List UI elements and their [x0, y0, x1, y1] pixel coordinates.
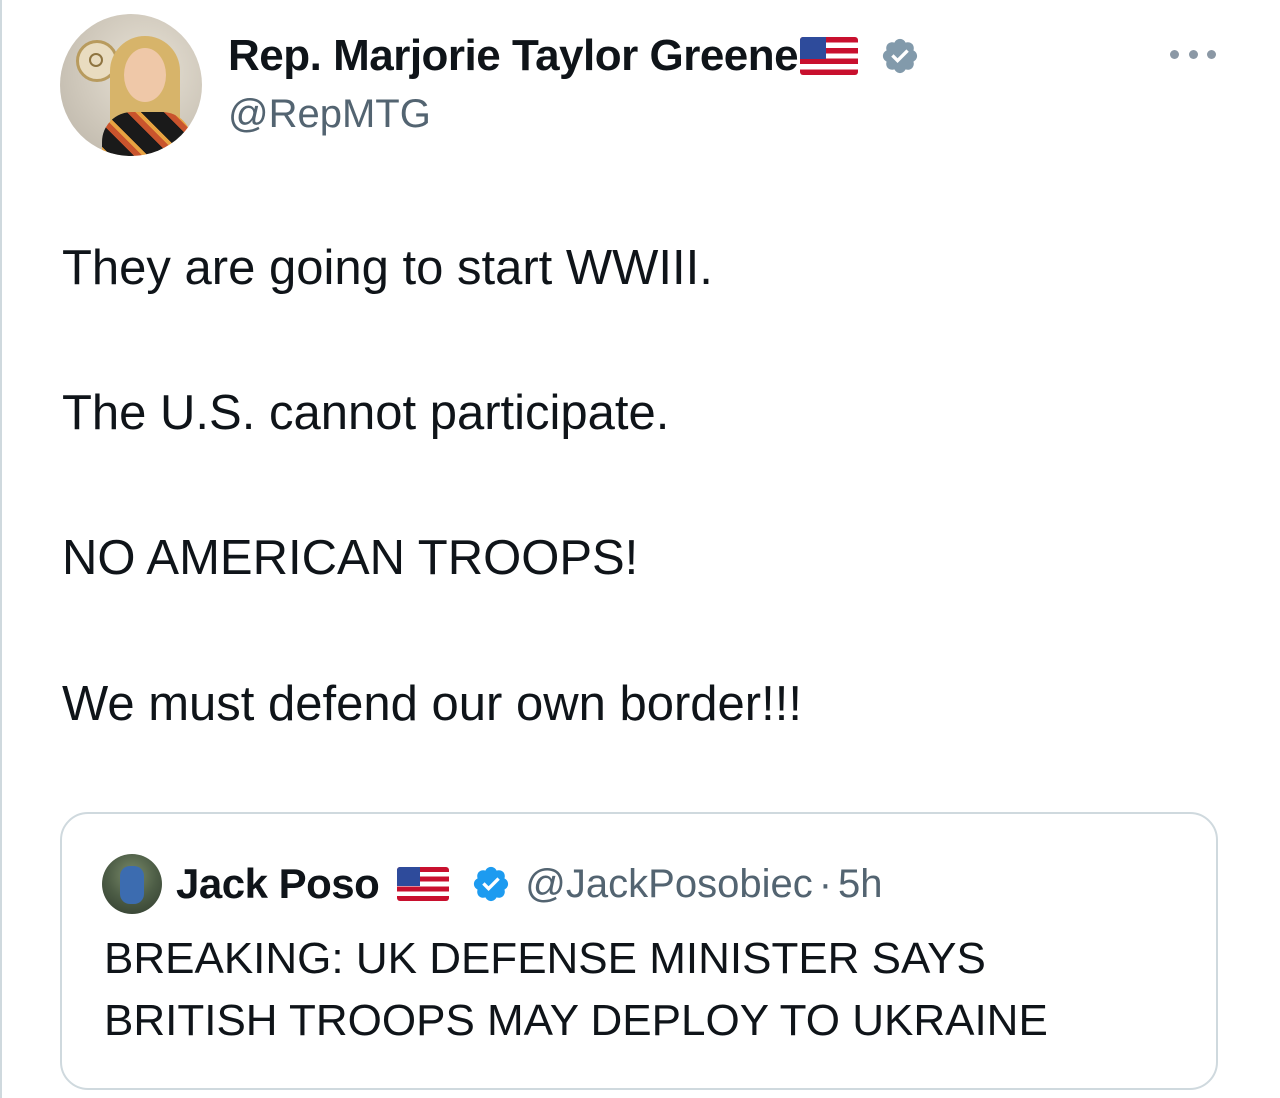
us-flag-icon	[800, 37, 859, 75]
quoted-author-avatar	[102, 854, 162, 914]
quoted-author-row: Jack Poso @JackPosobiec · 5h	[176, 858, 883, 910]
quoted-text-line: BREAKING: UK DEFENSE MINISTER SAYS	[104, 934, 986, 983]
quoted-author-handle: @JackPosobiec	[525, 861, 813, 906]
left-border	[0, 0, 2, 1098]
separator-dot: ·	[818, 861, 833, 906]
quoted-text-line: BRITISH TROOPS MAY DEPLOY TO UKRAINE	[104, 996, 1048, 1045]
more-options-icon[interactable]	[1170, 44, 1216, 64]
author-name[interactable]: Rep. Marjorie Taylor Greene	[228, 31, 799, 81]
tweet-text-line: NO AMERICAN TROOPS!	[62, 531, 639, 585]
tweet-text-line: We must defend our own border!!!	[62, 677, 802, 731]
author-avatar[interactable]	[60, 14, 202, 156]
us-flag-icon	[397, 867, 450, 901]
author-name-row: Rep. Marjorie Taylor Greene	[228, 30, 920, 82]
quoted-timestamp: 5h	[838, 861, 883, 906]
tweet-text-line: They are going to start WWIII.	[62, 241, 713, 295]
verified-badge-icon	[883, 38, 918, 74]
author-handle[interactable]: @RepMTG	[228, 92, 431, 137]
quoted-author-name: Jack Poso	[176, 860, 380, 907]
tweet-text-line: The U.S. cannot participate.	[62, 386, 670, 440]
verified-badge-icon	[474, 866, 509, 902]
quoted-tweet-card[interactable]: Jack Poso @JackPosobiec · 5h BREAKING: U…	[60, 812, 1218, 1090]
